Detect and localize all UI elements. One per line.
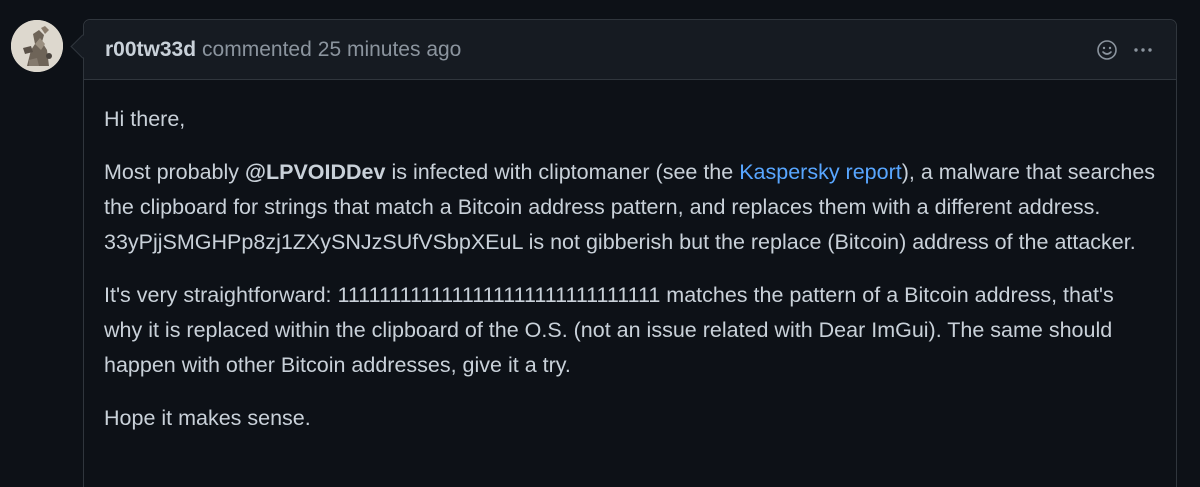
details-paragraph: It's very straightforward: 1111111111111… xyxy=(104,283,1114,377)
smiley-icon[interactable] xyxy=(1096,39,1118,61)
greeting-paragraph: Hi there, xyxy=(104,107,186,131)
comment-box: r00tw33d commented 25 minutes ago Hi the… xyxy=(83,19,1177,487)
p2-text-2: is infected with cliptomaner (see the xyxy=(385,160,740,184)
comment-actions xyxy=(1096,39,1154,61)
kebab-horizontal-icon[interactable] xyxy=(1132,39,1154,61)
comment-action: commented xyxy=(202,37,312,61)
page: r00tw33d commented 25 minutes ago Hi the… xyxy=(0,0,1200,487)
avatar-image xyxy=(11,20,63,72)
explanation-paragraph: Most probably @LPVOIDDev is infected wit… xyxy=(104,155,1156,260)
kaspersky-report-link[interactable]: Kaspersky report xyxy=(739,160,902,184)
closing-paragraph: Hope it makes sense. xyxy=(104,406,311,430)
comment-author[interactable]: r00tw33d xyxy=(105,38,196,62)
comment-header: r00tw33d commented 25 minutes ago xyxy=(84,20,1176,80)
p2-text-1: Most probably xyxy=(104,160,246,184)
comment-timestamp[interactable]: 25 minutes ago xyxy=(318,38,462,62)
comment-body: Hi there, Most probably @LPVOIDDev is in… xyxy=(84,80,1176,436)
avatar[interactable] xyxy=(11,20,63,72)
user-mention[interactable]: @LPVOIDDev xyxy=(245,160,385,184)
